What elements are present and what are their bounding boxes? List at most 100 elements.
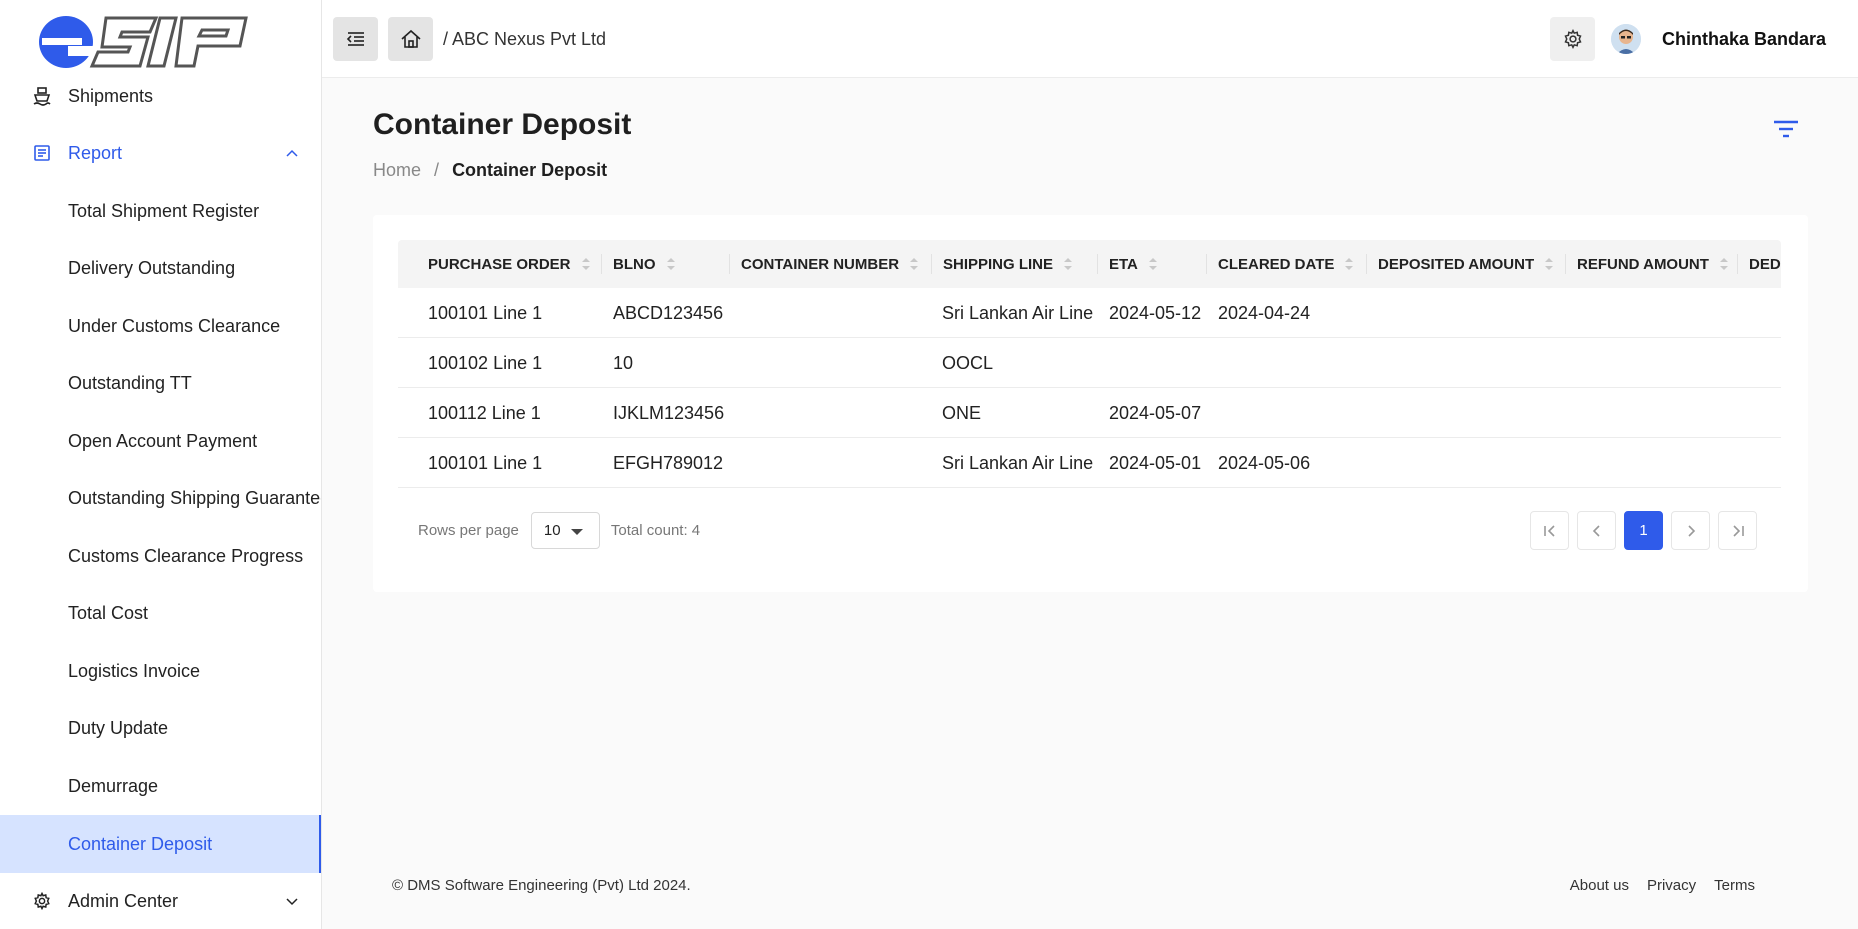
cell-eta: 2024-05-12 (1109, 302, 1202, 323)
sidebar-item-outstanding-tt[interactable]: Outstanding TT (0, 355, 321, 411)
column-divider (1366, 254, 1367, 274)
sort-icon[interactable] (1344, 256, 1354, 272)
sidebar-item-container-deposit[interactable]: Container Deposit (0, 815, 321, 873)
cell-blno: 10 (613, 352, 634, 373)
cell-eta: 2024-05-07 (1109, 402, 1202, 423)
sidebar: Shipments Report Total Shipment Register… (0, 0, 322, 929)
table-header: PURCHASE ORDER BLNO CONTAINER NUMBER SHI… (398, 240, 1781, 288)
sidebar-item-customs-clearance-progress[interactable]: Customs Clearance Progress (0, 528, 321, 584)
sidebar-item-label: Under Customs Clearance (68, 315, 281, 336)
cell-purchase-order: 100101 Line 1 (428, 452, 543, 473)
column-header-cleared-date[interactable]: CLEARED DATE (1218, 240, 1354, 288)
sort-icon[interactable] (666, 256, 676, 272)
sidebar-item-label: Outstanding Shipping Guarantee (68, 487, 322, 508)
cell-shipping-line: OOCL (942, 352, 994, 373)
table-row[interactable]: 100101 Line 1 EFGH789012 Sri Lankan Air … (398, 438, 1781, 488)
ship-icon (32, 86, 52, 106)
sidebar-item-total-cost[interactable]: Total Cost (0, 585, 321, 641)
column-header-eta[interactable]: ETA (1109, 240, 1158, 288)
chevron-left-icon (1592, 524, 1600, 537)
table-row[interactable]: 100112 Line 1 IJKLM123456 ONE 2024-05-07 (398, 388, 1781, 438)
column-header-container-number[interactable]: CONTAINER NUMBER (741, 240, 919, 288)
sidebar-item-label: Shipments (68, 85, 154, 106)
sidebar-item-open-account-payment[interactable]: Open Account Payment (0, 413, 321, 469)
cell-shipping-line: Sri Lankan Air Line (942, 452, 1094, 473)
last-page-button[interactable] (1718, 511, 1757, 550)
sidebar-item-label: Total Shipment Register (68, 200, 260, 221)
column-header-ded[interactable]: DED (1749, 240, 1781, 288)
chevron-down-icon[interactable] (284, 893, 300, 909)
sidebar-item-label: Outstanding TT (68, 372, 192, 393)
chevron-right-icon (1687, 524, 1695, 537)
next-page-button[interactable] (1671, 511, 1710, 550)
cell-purchase-order: 100101 Line 1 (428, 302, 543, 323)
sidebar-item-shipments[interactable]: Shipments (0, 68, 321, 124)
column-divider (1206, 254, 1207, 274)
breadcrumb-current: Container Deposit (452, 160, 608, 180)
home-button[interactable] (388, 17, 433, 61)
top-bar: / ABC Nexus Pvt Ltd Chinthaka Bandara (322, 0, 1858, 78)
sidebar-item-demurrage[interactable]: Demurrage (0, 758, 321, 814)
column-header-deposited-amount[interactable]: DEPOSITED AMOUNT (1378, 240, 1554, 288)
cell-blno: ABCD123456 (613, 302, 724, 323)
cell-purchase-order: 100112 Line 1 (428, 402, 541, 423)
esip-logo[interactable] (36, 10, 256, 74)
column-header-refund-amount[interactable]: REFUND AMOUNT (1577, 240, 1729, 288)
chevron-up-icon[interactable] (284, 145, 300, 161)
sidebar-item-label: Logistics Invoice (68, 660, 201, 681)
breadcrumb-separator: / (434, 160, 440, 180)
sidebar-item-delivery-outstanding[interactable]: Delivery Outstanding (0, 240, 321, 296)
container-deposit-table: PURCHASE ORDER BLNO CONTAINER NUMBER SHI… (398, 240, 1781, 488)
cell-cleared-date: 2024-05-06 (1218, 452, 1311, 473)
column-header-purchase-order[interactable]: PURCHASE ORDER (428, 240, 591, 288)
column-divider (1737, 254, 1738, 274)
footer-link-about[interactable]: About us (1570, 877, 1629, 894)
page-button-current[interactable]: 1 (1624, 511, 1663, 550)
sidebar-item-label: Container Deposit (68, 833, 213, 854)
footer-link-privacy[interactable]: Privacy (1647, 877, 1696, 894)
first-page-icon (1543, 524, 1555, 537)
rows-per-page-control: Rows per page 10 Total count: 4 (418, 512, 700, 549)
sort-icon[interactable] (1719, 256, 1729, 272)
sidebar-item-duty-update[interactable]: Duty Update (0, 700, 321, 756)
table-row[interactable]: 100101 Line 1 ABCD123456 Sri Lankan Air … (398, 288, 1781, 338)
footer-link-terms[interactable]: Terms (1714, 877, 1755, 894)
sidebar-item-report[interactable]: Report (0, 125, 321, 181)
column-header-shipping-line[interactable]: SHIPPING LINE (943, 240, 1073, 288)
sort-icon[interactable] (1544, 256, 1554, 272)
sidebar-item-outstanding-shipping-guarantee[interactable]: Outstanding Shipping Guarantee (0, 470, 322, 526)
avatar[interactable] (1611, 24, 1641, 54)
previous-page-button[interactable] (1577, 511, 1616, 550)
column-header-blno[interactable]: BLNO (613, 240, 676, 288)
rows-per-page-select[interactable]: 10 (530, 512, 600, 549)
sidebar-item-label: Customs Clearance Progress (68, 545, 304, 566)
user-name[interactable]: Chinthaka Bandara (1662, 29, 1826, 50)
sidebar-item-under-customs-clearance[interactable]: Under Customs Clearance (0, 298, 321, 354)
footer-copyright: © DMS Software Engineering (Pvt) Ltd 202… (392, 877, 691, 894)
sort-icon[interactable] (1063, 256, 1073, 272)
settings-button[interactable] (1550, 17, 1595, 61)
sidebar-item-label: Delivery Outstanding (68, 257, 236, 278)
menu-collapse-icon (346, 32, 364, 46)
gear-icon (32, 891, 52, 911)
first-page-button[interactable] (1530, 511, 1569, 550)
sort-icon[interactable] (581, 256, 591, 272)
sidebar-item-admin-center[interactable]: Admin Center (0, 873, 321, 929)
sidebar-item-label: Admin Center (68, 890, 179, 911)
home-icon (400, 29, 421, 48)
filter-icon[interactable] (1771, 116, 1801, 142)
breadcrumb-home[interactable]: Home (373, 160, 421, 180)
report-icon (32, 143, 52, 163)
last-page-icon (1732, 524, 1744, 537)
table-card: PURCHASE ORDER BLNO CONTAINER NUMBER SHI… (373, 215, 1808, 592)
sidebar-item-label: Duty Update (68, 717, 169, 738)
sidebar-item-label: Total Cost (68, 602, 149, 623)
sort-icon[interactable] (1148, 256, 1158, 272)
breadcrumb: Home / Container Deposit (373, 160, 607, 181)
table-row[interactable]: 100102 Line 1 10 OOCL (398, 338, 1781, 388)
sidebar-item-total-shipment-register[interactable]: Total Shipment Register (0, 183, 321, 239)
collapse-menu-button[interactable] (333, 17, 378, 61)
cell-cleared-date: 2024-04-24 (1218, 302, 1311, 323)
sort-icon[interactable] (909, 256, 919, 272)
sidebar-item-logistics-invoice[interactable]: Logistics Invoice (0, 643, 321, 699)
